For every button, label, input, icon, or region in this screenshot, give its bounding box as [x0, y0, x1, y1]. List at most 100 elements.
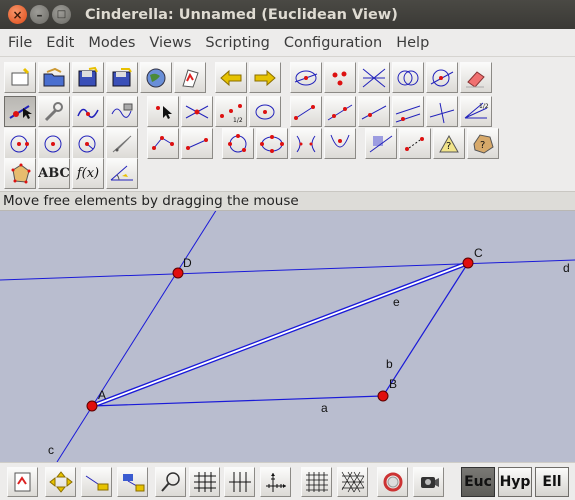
export-web-button[interactable]: [140, 62, 172, 93]
midpoint-button[interactable]: 1/2: [215, 96, 247, 127]
eraser-icon: [466, 70, 485, 88]
print-pdf-button[interactable]: [7, 467, 38, 497]
select-conics-button[interactable]: [392, 62, 424, 93]
reflection-button[interactable]: [365, 128, 397, 159]
locus-button[interactable]: ?: [433, 128, 465, 159]
segment-b-label: b: [386, 357, 393, 371]
conic-five-points-icon: [260, 134, 284, 153]
euclidean-view-button[interactable]: Euc: [461, 467, 495, 497]
translate-view-button[interactable]: [45, 467, 76, 497]
line-by-direction-button[interactable]: [358, 96, 390, 127]
undo-button[interactable]: [215, 62, 247, 93]
zoom-arrow-in-icon: [85, 475, 108, 491]
perpendicular-button[interactable]: [426, 96, 458, 127]
line-d[interactable]: [0, 259, 575, 281]
hyperbolic-view-button[interactable]: Hyp: [498, 467, 532, 497]
svg-text:?: ?: [480, 140, 485, 151]
circle-three-points-button[interactable]: [222, 128, 254, 159]
parabola-button[interactable]: [324, 128, 356, 159]
draw-curve-button[interactable]: [72, 96, 104, 127]
minimize-window-button[interactable]: –: [30, 5, 49, 24]
new-file-button[interactable]: [4, 62, 36, 93]
toolbar-row-misc: ABC f(x): [4, 158, 140, 190]
snap-grid-button[interactable]: [224, 467, 255, 497]
select-all-lines-button[interactable]: [358, 62, 390, 93]
circle-by-center-button[interactable]: [38, 128, 70, 159]
close-window-button[interactable]: ×: [8, 5, 27, 24]
filled-polygon-icon: [11, 163, 31, 183]
move-mode-button[interactable]: [4, 96, 36, 127]
segment-a[interactable]: [91, 395, 384, 407]
compass-transfer-button[interactable]: [106, 128, 138, 159]
menu-modes[interactable]: Modes: [81, 35, 142, 51]
angle-measure-button[interactable]: [106, 158, 138, 189]
menu-edit[interactable]: Edit: [39, 35, 81, 51]
open-folder-icon: [43, 67, 65, 86]
pdf-document-icon: [182, 68, 199, 88]
square-grid-button[interactable]: [301, 467, 332, 497]
parallel-button[interactable]: [392, 96, 424, 127]
axes-button[interactable]: [260, 467, 291, 497]
open-file-button[interactable]: [38, 62, 70, 93]
wrench-icon: [44, 101, 63, 121]
add-point-button[interactable]: [147, 96, 179, 127]
midpoint-icon: 1/2: [220, 103, 243, 124]
grid-button[interactable]: [189, 467, 220, 497]
select-lines-button[interactable]: [290, 62, 322, 93]
move-arrows-icon: [48, 471, 73, 493]
circle-center-button[interactable]: [249, 96, 281, 127]
circle-radius-icon: [10, 135, 29, 152]
polygon-fill-button[interactable]: [4, 158, 36, 189]
refresh-button[interactable]: [377, 467, 408, 497]
maximize-window-button[interactable]: □: [52, 5, 71, 24]
triangle-grid-button[interactable]: [337, 467, 368, 497]
save-file-button[interactable]: [72, 62, 104, 93]
circle-by-radius-button[interactable]: [4, 128, 36, 159]
point-a[interactable]: [86, 400, 98, 412]
polygon-button[interactable]: [147, 128, 179, 159]
add-text-button[interactable]: ABC: [38, 158, 70, 189]
construction-canvas[interactable]: A B C D a b e c d: [0, 211, 575, 462]
segment-e[interactable]: [91, 262, 469, 407]
save-as-button[interactable]: [106, 62, 138, 93]
menu-file[interactable]: File: [0, 35, 39, 51]
animation-button[interactable]: [413, 467, 444, 497]
point-b[interactable]: [377, 390, 389, 402]
point-d[interactable]: [172, 267, 184, 279]
zoom-out-button[interactable]: [117, 467, 148, 497]
elliptic-view-button[interactable]: Ell: [535, 467, 569, 497]
menu-configuration[interactable]: Configuration: [277, 35, 389, 51]
construction-svg[interactable]: A B C D a b e c d: [0, 211, 575, 462]
conic-by-foci-button[interactable]: [290, 128, 322, 159]
export-pdf-button[interactable]: [174, 62, 206, 93]
magnifier-icon: [160, 472, 180, 492]
curve-icon: [77, 108, 99, 118]
minimize-icon: –: [36, 7, 43, 22]
line-c[interactable]: [56, 211, 222, 462]
tracer-mode-button[interactable]: [106, 96, 138, 127]
zoom-tool-button[interactable]: [155, 467, 186, 497]
select-circles-lines-button[interactable]: [426, 62, 458, 93]
segment-points-button[interactable]: [181, 128, 213, 159]
point-c[interactable]: [462, 257, 474, 269]
tracer-icon: [111, 103, 133, 118]
function-plot-button[interactable]: f(x): [72, 158, 104, 189]
info-button[interactable]: ?: [467, 128, 499, 159]
zoom-in-button[interactable]: [81, 467, 112, 497]
angle-icon: [110, 165, 133, 180]
line-button[interactable]: [324, 96, 356, 127]
menu-scripting[interactable]: Scripting: [198, 35, 276, 51]
menu-views[interactable]: Views: [142, 35, 198, 51]
square-grid-icon: [305, 472, 328, 492]
select-points-button[interactable]: [324, 62, 356, 93]
modify-mode-button[interactable]: [38, 96, 70, 127]
compass-button[interactable]: [72, 128, 104, 159]
segment-button[interactable]: [290, 96, 322, 127]
intersection-point-button[interactable]: [181, 96, 213, 127]
angle-bisector-button[interactable]: 1/2: [460, 96, 492, 127]
translation-button[interactable]: [399, 128, 431, 159]
eraser-button[interactable]: [460, 62, 492, 93]
conic-five-points-button[interactable]: [256, 128, 288, 159]
redo-button[interactable]: [249, 62, 281, 93]
menu-help[interactable]: Help: [389, 35, 436, 51]
